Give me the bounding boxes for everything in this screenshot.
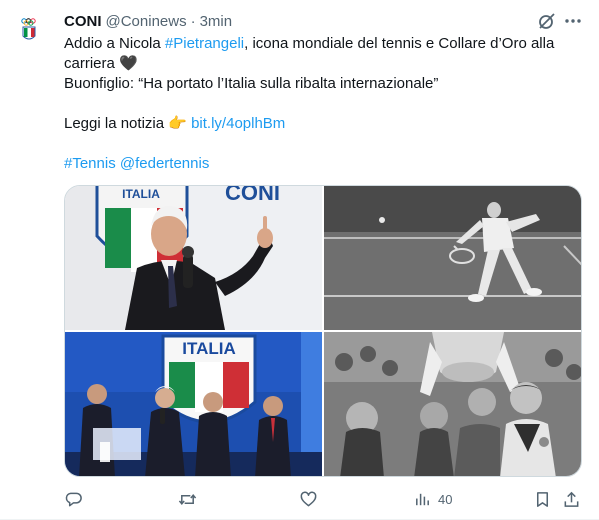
retweet-icon: [178, 493, 197, 505]
photo-event-stage[interactable]: ITALIA: [65, 332, 322, 476]
text-segment: Addio a Nicola: [64, 35, 165, 52]
avatar[interactable]: [14, 12, 54, 52]
media-grid: ITALIA CONI ITALIA: [64, 185, 582, 477]
italia-banner-text: ITALIA: [182, 339, 236, 358]
heart-icon: [300, 491, 317, 506]
badge-text: ITALIA: [122, 187, 160, 201]
text-line-1: Addio a Nicola #Pietrangeli, icona mondi…: [64, 34, 584, 54]
like-button[interactable]: [299, 484, 318, 514]
bookmark-button[interactable]: [533, 484, 552, 514]
author-handle[interactable]: @Coninews: [106, 13, 187, 30]
timestamp[interactable]: 3min: [200, 13, 233, 30]
text-line-5: Leggi la notizia 👉 bit.ly/4oplhBm: [64, 114, 584, 134]
reply-icon: [65, 492, 82, 506]
views-count: 40: [438, 491, 453, 507]
photo-speaker[interactable]: ITALIA CONI: [65, 186, 322, 330]
text-line-2: carriera 🖤: [64, 55, 138, 72]
coni-sign-text: CONI: [225, 186, 280, 205]
retweet-button[interactable]: [178, 484, 197, 514]
share-button[interactable]: [562, 484, 581, 514]
tweet-card[interactable]: CONI @Coninews · 3min Addio a Nicola #Pi…: [0, 0, 599, 520]
text-segment: , icona mondiale del tennis e Collare d’…: [244, 35, 555, 52]
hashtag-pietrangeli[interactable]: #Pietrangeli: [165, 35, 244, 52]
text-segment: Leggi la notizia 👉: [64, 115, 192, 132]
share-icon: [564, 491, 579, 507]
mention-federtennis[interactable]: @federtennis: [120, 155, 209, 172]
photo-tennis-player[interactable]: [324, 186, 581, 330]
photo-celebration[interactable]: [324, 332, 581, 476]
tweet-header: CONI @Coninews · 3min: [64, 10, 232, 32]
views-icon: [416, 493, 429, 505]
tweet-text: Addio a Nicola #Pietrangeli, icona mondi…: [64, 34, 584, 174]
bookmark-icon: [536, 491, 549, 507]
reply-button[interactable]: [64, 484, 83, 514]
more-options-icon[interactable]: [563, 11, 583, 31]
grok-icon[interactable]: [537, 11, 557, 31]
tweet-actions: 40: [56, 484, 586, 514]
views-button[interactable]: 40: [413, 484, 452, 514]
text-line-7: #Tennis @federtennis: [64, 154, 584, 174]
text-line-3: Buonfiglio: “Ha portato l’Italia sulla r…: [64, 75, 439, 92]
news-link[interactable]: bit.ly/4oplhBm: [191, 115, 285, 132]
author-name[interactable]: CONI: [64, 13, 102, 30]
separator-dot: ·: [190, 12, 196, 30]
hashtag-tennis[interactable]: #Tennis: [64, 155, 116, 172]
